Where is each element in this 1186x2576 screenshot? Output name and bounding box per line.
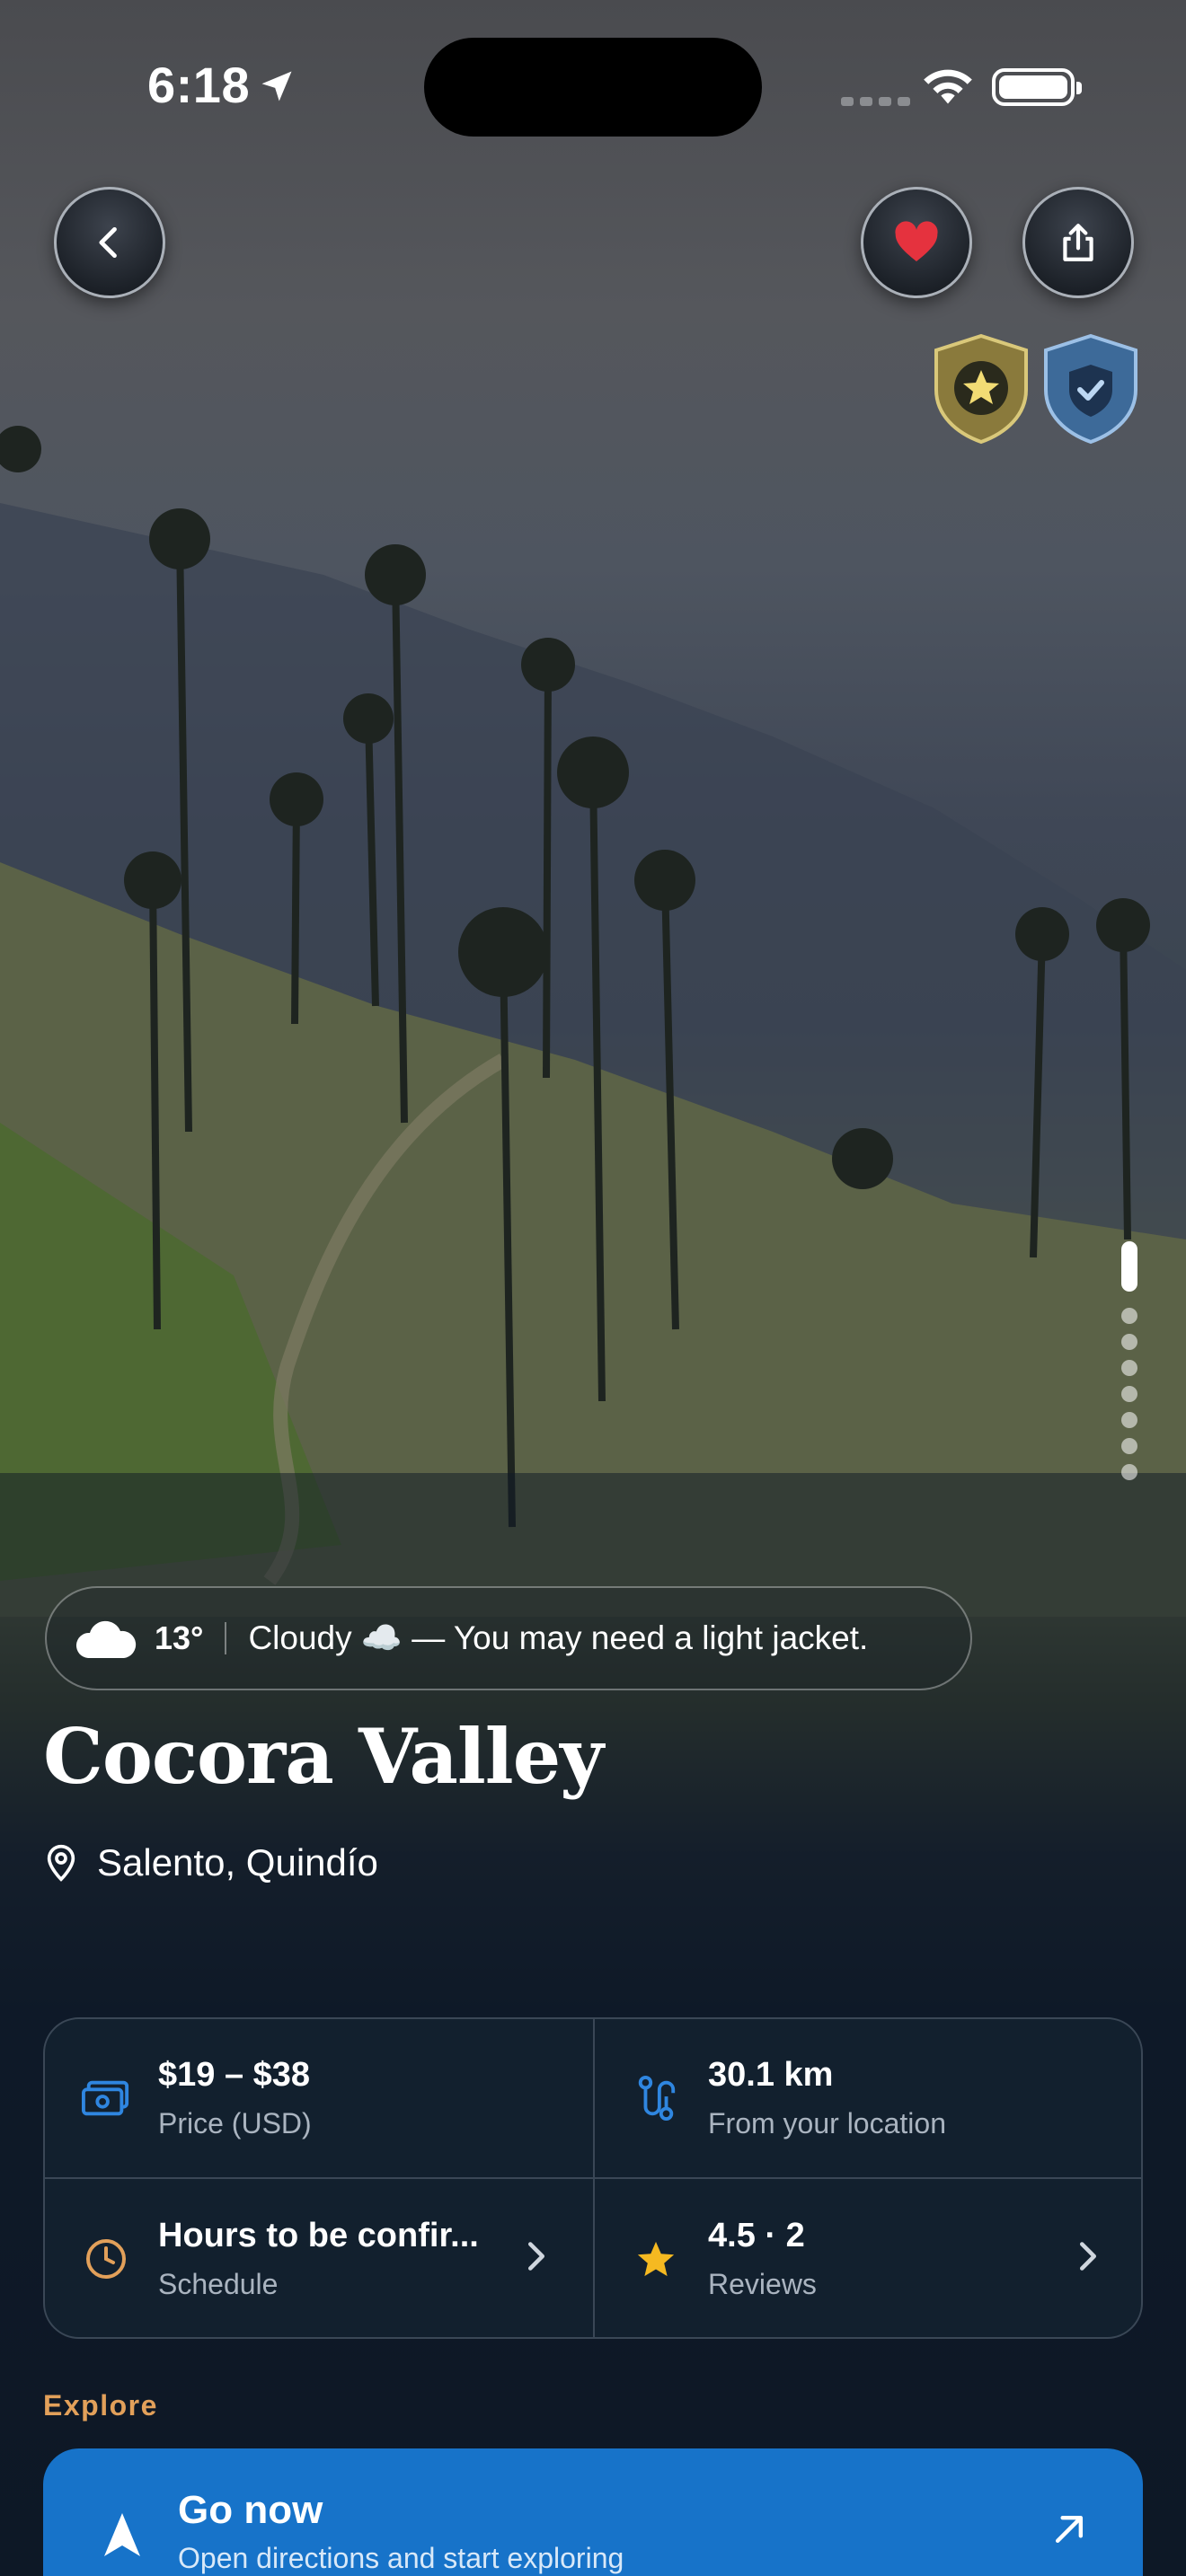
shield-check-badge-icon xyxy=(1044,333,1137,445)
status-time: 6:18 xyxy=(147,57,251,113)
share-button[interactable] xyxy=(1022,187,1134,298)
go-now-title: Go now xyxy=(178,2488,323,2532)
location-arrow-icon xyxy=(261,71,292,101)
pager-dot[interactable] xyxy=(1121,1438,1137,1454)
status-bar: 6:18 xyxy=(0,0,1186,171)
heart-icon xyxy=(895,221,938,261)
dynamic-island xyxy=(424,38,762,137)
divider xyxy=(225,1622,227,1654)
favorite-button[interactable] xyxy=(861,187,972,298)
distance-value: 30.1 km xyxy=(708,2056,834,2094)
pager-dot[interactable] xyxy=(1121,1464,1137,1480)
arrow-up-right-icon xyxy=(1055,2515,1084,2544)
weather-pill: 13° Cloudy ☁️ — You may need a light jac… xyxy=(45,1586,972,1690)
pager-dot[interactable] xyxy=(1121,1386,1137,1402)
wifi-icon xyxy=(924,69,972,104)
go-now-subtitle: Open directions and start exploring xyxy=(178,2542,624,2574)
pager-dot[interactable] xyxy=(1121,1360,1137,1376)
pager-dot[interactable] xyxy=(1121,1308,1137,1324)
reviews-cell[interactable]: 4.5 · 2 Reviews xyxy=(595,2179,1141,2337)
pager-dot[interactable] xyxy=(1121,1334,1137,1350)
price-value: $19 – $38 xyxy=(158,2056,311,2094)
location-text: Salento, Quindío xyxy=(97,1841,378,1883)
schedule-cell[interactable]: Hours to be confir... Schedule xyxy=(45,2179,595,2337)
price-cell: $19 – $38 Price (USD) xyxy=(45,2019,595,2179)
cellular-signal-icon xyxy=(841,97,910,106)
chevron-left-icon xyxy=(99,226,117,259)
chevron-right-icon xyxy=(528,2242,544,2271)
money-icon xyxy=(82,2080,129,2116)
page-title: Cocora Valley xyxy=(43,1712,604,1801)
info-grid: $19 – $38 Price (USD) 30.1 km From your … xyxy=(43,2017,1143,2339)
explore-heading: Explore xyxy=(43,2389,158,2422)
weather-temperature: 13° xyxy=(155,1619,204,1656)
chevron-right-icon xyxy=(1080,2242,1096,2271)
schedule-label: Schedule xyxy=(158,2268,279,2300)
reviews-value: 4.5 · 2 xyxy=(708,2217,805,2254)
clock-icon xyxy=(86,2239,126,2279)
pager-dot[interactable] xyxy=(1121,1412,1137,1428)
share-icon xyxy=(1063,224,1093,261)
location-row: Salento, Quindío xyxy=(43,1841,378,1884)
map-pin-icon xyxy=(47,1844,75,1882)
price-label: Price (USD) xyxy=(158,2107,312,2139)
navigation-arrow-icon xyxy=(104,2513,140,2556)
star-icon xyxy=(637,2241,675,2277)
cloud-icon xyxy=(75,1620,137,1658)
battery-icon xyxy=(992,68,1082,106)
distance-label: From your location xyxy=(708,2107,946,2139)
route-icon xyxy=(638,2076,676,2121)
schedule-value: Hours to be confir... xyxy=(158,2217,479,2254)
distance-cell: 30.1 km From your location xyxy=(595,2019,1141,2179)
back-button[interactable] xyxy=(54,187,165,298)
weather-description: Cloudy ☁️ — You may need a light jacket. xyxy=(248,1619,869,1656)
image-pager[interactable] xyxy=(1120,1241,1139,1490)
reviews-label: Reviews xyxy=(708,2268,817,2300)
go-now-button[interactable]: Go now Open directions and start explori… xyxy=(43,2448,1143,2576)
star-badge-icon xyxy=(934,333,1028,445)
pager-dot-active[interactable] xyxy=(1121,1241,1137,1292)
